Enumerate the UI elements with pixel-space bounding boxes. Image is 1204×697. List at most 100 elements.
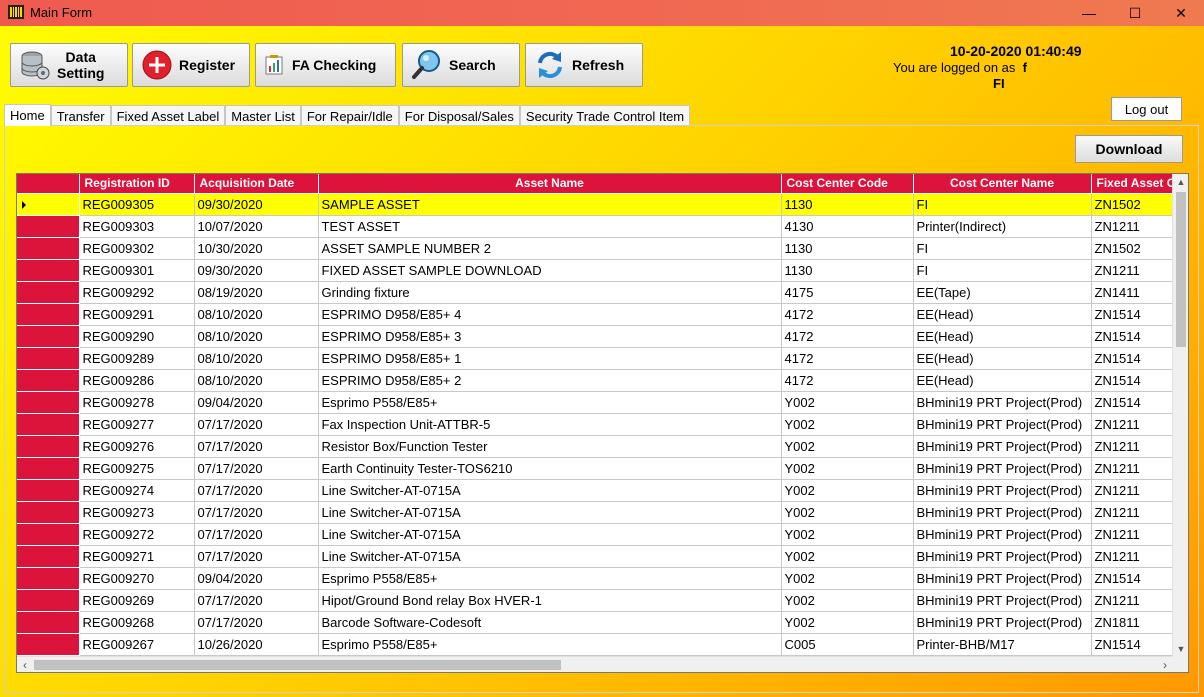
column-header-registration-id[interactable]: Registration ID	[79, 174, 195, 194]
cell-fixed-asset-code[interactable]: ZN1211	[1091, 413, 1173, 436]
cell-acquisition-date[interactable]: 09/04/2020	[194, 567, 319, 590]
cell-registration-id[interactable]: REG009301	[79, 259, 195, 282]
cell-fixed-asset-code[interactable]: ZN1211	[1091, 523, 1173, 546]
cell-acquisition-date[interactable]: 08/10/2020	[194, 303, 319, 326]
download-button[interactable]: Download	[1075, 135, 1183, 163]
cell-asset-name[interactable]: ESPRIMO D958/E85+ 3	[318, 325, 782, 348]
cell-cost-center-name[interactable]: BHmini19 PRT Project(Prod)	[913, 589, 1092, 612]
logout-button[interactable]: Log out	[1111, 97, 1182, 121]
cell-fixed-asset-code[interactable]: ZN1211	[1091, 479, 1173, 502]
cell-registration-id[interactable]: REG009269	[79, 589, 195, 612]
search-button[interactable]: Search	[402, 43, 520, 87]
tab-for-disposal-sales[interactable]: For Disposal/Sales	[398, 105, 520, 126]
cell-cost-center-code[interactable]: C005	[781, 633, 914, 656]
cell-asset-name[interactable]: SAMPLE ASSET	[318, 193, 782, 216]
cell-registration-id[interactable]: REG009274	[79, 479, 195, 502]
cell-cost-center-code[interactable]: 4172	[781, 325, 914, 348]
cell-asset-name[interactable]: Fax Inspection Unit-ATTBR-5	[318, 413, 782, 436]
cell-cost-center-name[interactable]: BHmini19 PRT Project(Prod)	[913, 391, 1092, 414]
cell-fixed-asset-code[interactable]: ZN1811	[1091, 611, 1173, 634]
cell-cost-center-name[interactable]: FI	[913, 259, 1092, 282]
cell-fixed-asset-code[interactable]: ZN1514	[1091, 633, 1173, 656]
cell-cost-center-name[interactable]: BHmini19 PRT Project(Prod)	[913, 523, 1092, 546]
register-button[interactable]: Register	[132, 43, 250, 87]
cell-asset-name[interactable]: Esprimo P558/E85+	[318, 391, 782, 414]
cell-registration-id[interactable]: REG009275	[79, 457, 195, 480]
cell-cost-center-name[interactable]: EE(Head)	[913, 303, 1092, 326]
cell-cost-center-name[interactable]: EE(Head)	[913, 369, 1092, 392]
tab-fixed-asset-label[interactable]: Fixed Asset Label	[110, 105, 226, 126]
tab-master-list[interactable]: Master List	[225, 105, 301, 126]
cell-fixed-asset-code[interactable]: ZN1514	[1091, 325, 1173, 348]
table-row[interactable]: REG009303 10/07/2020 TEST ASSET 4130 Printer…	[17, 215, 1173, 238]
table-row[interactable]: REG009273 07/17/2020 Line Switcher-AT-0715…	[17, 501, 1173, 524]
cell-acquisition-date[interactable]: 08/10/2020	[194, 347, 319, 370]
cell-asset-name[interactable]: Grinding fixture	[318, 281, 782, 304]
column-header-asset-name[interactable]: Asset Name	[318, 174, 782, 194]
table-row[interactable]: REG009274 07/17/2020 Line Switcher-AT-0715…	[17, 479, 1173, 502]
cell-cost-center-code[interactable]: Y002	[781, 457, 914, 480]
cell-registration-id[interactable]: REG009268	[79, 611, 195, 634]
table-row[interactable]: REG009268 07/17/2020 Barcode Software-Code…	[17, 611, 1173, 634]
cell-registration-id[interactable]: REG009292	[79, 281, 195, 304]
cell-acquisition-date[interactable]: 07/17/2020	[194, 457, 319, 480]
row-header[interactable]	[17, 545, 80, 568]
cell-cost-center-name[interactable]: Printer(Indirect)	[913, 215, 1092, 238]
cell-asset-name[interactable]: ESPRIMO D958/E85+ 1	[318, 347, 782, 370]
table-row[interactable]: REG009269 07/17/2020 Hipot/Ground Bond rel…	[17, 589, 1173, 612]
column-header-cost-center-code[interactable]: Cost Center Code	[781, 174, 914, 194]
cell-registration-id[interactable]: REG009290	[79, 325, 195, 348]
cell-asset-name[interactable]: ESPRIMO D958/E85+ 2	[318, 369, 782, 392]
table-row[interactable]: REG009289 08/10/2020 ESPRIMO D958/E85+ 1 41…	[17, 347, 1173, 370]
cell-fixed-asset-code[interactable]: ZN1211	[1091, 435, 1173, 458]
row-header[interactable]	[17, 303, 80, 326]
cell-acquisition-date[interactable]: 07/17/2020	[194, 589, 319, 612]
cell-cost-center-code[interactable]: Y002	[781, 435, 914, 458]
vertical-scroll-thumb[interactable]	[1176, 192, 1186, 347]
cell-fixed-asset-code[interactable]: ZN1211	[1091, 259, 1173, 282]
cell-cost-center-code[interactable]: Y002	[781, 391, 914, 414]
cell-cost-center-name[interactable]: EE(Tape)	[913, 281, 1092, 304]
cell-cost-center-name[interactable]: BHmini19 PRT Project(Prod)	[913, 545, 1092, 568]
cell-registration-id[interactable]: REG009303	[79, 215, 195, 238]
table-row[interactable]: REG009290 08/10/2020 ESPRIMO D958/E85+ 3 41…	[17, 325, 1173, 348]
cell-cost-center-name[interactable]: BHmini19 PRT Project(Prod)	[913, 611, 1092, 634]
cell-cost-center-code[interactable]: Y002	[781, 501, 914, 524]
cell-cost-center-name[interactable]: BHmini19 PRT Project(Prod)	[913, 413, 1092, 436]
cell-cost-center-code[interactable]: Y002	[781, 479, 914, 502]
tab-security-trade-control-item[interactable]: Security Trade Control Item	[519, 105, 691, 126]
cell-cost-center-name[interactable]: EE(Head)	[913, 325, 1092, 348]
cell-fixed-asset-code[interactable]: ZN1211	[1091, 457, 1173, 480]
cell-asset-name[interactable]: Line Switcher-AT-0715A	[318, 479, 782, 502]
cell-cost-center-name[interactable]: FI	[913, 237, 1092, 260]
cell-cost-center-code[interactable]: 4175	[781, 281, 914, 304]
scroll-right-arrow-icon[interactable]: ›	[1157, 657, 1173, 672]
horizontal-scrollbar[interactable]: ‹ ›	[17, 656, 1173, 672]
cell-cost-center-name[interactable]: BHmini19 PRT Project(Prod)	[913, 435, 1092, 458]
fa-checking-button[interactable]: FA Checking	[255, 43, 396, 87]
asset-data-grid[interactable]: Registration ID Acquisition Date Asset N…	[16, 173, 1189, 673]
cell-registration-id[interactable]: REG009277	[79, 413, 195, 436]
cell-cost-center-name[interactable]: EE(Head)	[913, 347, 1092, 370]
cell-cost-center-code[interactable]: Y002	[781, 523, 914, 546]
cell-registration-id[interactable]: REG009272	[79, 523, 195, 546]
cell-asset-name[interactable]: Earth Continuity Tester-TOS6210	[318, 457, 782, 480]
cell-registration-id[interactable]: REG009286	[79, 369, 195, 392]
cell-registration-id[interactable]: REG009278	[79, 391, 195, 414]
cell-cost-center-code[interactable]: 4172	[781, 303, 914, 326]
cell-fixed-asset-code[interactable]: ZN1211	[1091, 501, 1173, 524]
row-header[interactable]	[17, 457, 80, 480]
cell-fixed-asset-code[interactable]: ZN1502	[1091, 193, 1173, 216]
cell-registration-id[interactable]: REG009289	[79, 347, 195, 370]
cell-fixed-asset-code[interactable]: ZN1211	[1091, 589, 1173, 612]
column-header-cost-center-name[interactable]: Cost Center Name	[913, 174, 1092, 194]
table-row[interactable]: REG009276 07/17/2020 Resistor Box/Function…	[17, 435, 1173, 458]
row-header[interactable]	[17, 281, 80, 304]
cell-fixed-asset-code[interactable]: ZN1514	[1091, 303, 1173, 326]
cell-asset-name[interactable]: Line Switcher-AT-0715A	[318, 545, 782, 568]
cell-asset-name[interactable]: Barcode Software-Codesoft	[318, 611, 782, 634]
column-header-acquisition-date[interactable]: Acquisition Date	[194, 174, 319, 194]
cell-acquisition-date[interactable]: 08/19/2020	[194, 281, 319, 304]
cell-cost-center-code[interactable]: 1130	[781, 193, 914, 216]
cell-cost-center-code[interactable]: 4172	[781, 347, 914, 370]
